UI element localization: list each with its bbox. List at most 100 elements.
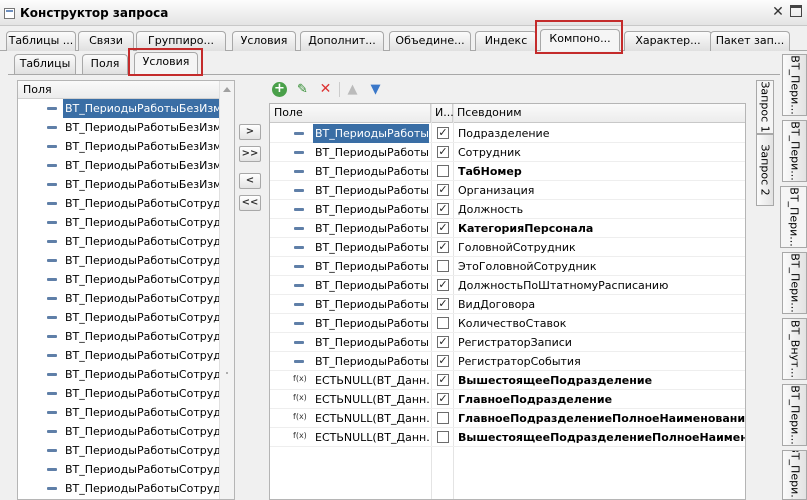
include-checkbox[interactable]: ✓: [437, 146, 449, 158]
include-checkbox[interactable]: ✓: [437, 355, 449, 367]
list-item[interactable]: ВТ_ПериодыРаботыСотрудник: [18, 232, 234, 251]
close-icon[interactable]: ✕: [771, 5, 785, 19]
alias-cell[interactable]: ВышестоящееПодразделение: [458, 371, 745, 390]
tab-6[interactable]: Объедине...: [389, 31, 471, 51]
include-checkbox[interactable]: ✓: [437, 222, 449, 234]
field-cell[interactable]: ВТ_ПериодыРаботы...: [313, 314, 429, 333]
include-checkbox[interactable]: ✓: [437, 336, 449, 348]
field-cell[interactable]: ЕСТЬNULL(ВТ_Данн...: [313, 390, 429, 409]
field-cell[interactable]: ВТ_ПериодыРаботы...: [313, 143, 429, 162]
move-button-2[interactable]: >>: [239, 146, 261, 162]
query-tab-1[interactable]: Запрос 1: [756, 80, 774, 134]
alias-cell[interactable]: ГлавноеПодразделениеПолноеНаименование: [458, 409, 745, 428]
table-row[interactable]: ВТ_ПериодыРаботы... ЭтоГоловнойСотрудник: [270, 257, 745, 276]
include-checkbox[interactable]: ✓: [437, 393, 449, 405]
list-item[interactable]: ВТ_ПериодыРаботыСотрудник: [18, 251, 234, 270]
table-tab-6[interactable]: ВТ_Пери...: [782, 384, 807, 446]
list-item[interactable]: ВТ_ПериодыРаботыСотрудник: [18, 270, 234, 289]
field-cell[interactable]: ВТ_ПериодыРаботы...: [313, 124, 429, 143]
field-cell[interactable]: ВТ_ПериодыРаботы...: [313, 276, 429, 295]
field-cell[interactable]: ВТ_ПериодыРаботы...: [313, 238, 429, 257]
list-item[interactable]: ВТ_ПериодыРаботыСотрудник: [18, 441, 234, 460]
move-down-icon[interactable]: ▼: [368, 82, 383, 97]
field-cell[interactable]: ВТ_ПериодыРаботы...: [313, 162, 429, 181]
table-row[interactable]: f(x) ЕСТЬNULL(ВТ_Данн... ГлавноеПодразделе…: [270, 409, 745, 428]
include-checkbox[interactable]: ✓: [437, 374, 449, 386]
list-item[interactable]: ВТ_ПериодыРаботыСотрудник: [18, 365, 234, 384]
table-row[interactable]: ВТ_ПериодыРаботы... ✓ КатегорияПерсонала: [270, 219, 745, 238]
table-row[interactable]: ВТ_ПериодыРаботы... ✓ Организация: [270, 181, 745, 200]
include-checkbox[interactable]: [437, 260, 449, 272]
subtab-1[interactable]: Таблицы: [14, 54, 76, 74]
table-row[interactable]: ВТ_ПериодыРаботы... ✓ ДолжностьПоШтатномуР…: [270, 276, 745, 295]
field-cell[interactable]: ВТ_ПериодыРаботы...: [313, 200, 429, 219]
list-item[interactable]: ВТ_ПериодыРаботыБезИзмен: [18, 99, 234, 118]
left-scrollbar[interactable]: [219, 81, 234, 499]
tab-2[interactable]: Связи: [78, 31, 134, 51]
include-checkbox[interactable]: ✓: [437, 279, 449, 291]
list-item[interactable]: ВТ_ПериодыРаботыСотрудник: [18, 422, 234, 441]
table-row[interactable]: ВТ_ПериодыРаботы... ✓ ВидДоговора: [270, 295, 745, 314]
list-item[interactable]: ВТ_ПериодыРаботыСотрудник: [18, 194, 234, 213]
list-item[interactable]: ВТ_ПериодыРаботыБезИзмен: [18, 118, 234, 137]
tab-1[interactable]: Таблицы ...: [6, 31, 76, 51]
table-row[interactable]: ВТ_ПериодыРаботы... ✓ Должность: [270, 200, 745, 219]
table-tab-2[interactable]: ВТ_Пери...: [782, 120, 807, 182]
include-checkbox[interactable]: [437, 317, 449, 329]
column-header-alias[interactable]: Псевдоним: [453, 104, 745, 123]
list-item[interactable]: ВТ_ПериодыРаботыБезИзмен: [18, 175, 234, 194]
tab-9[interactable]: Характер...: [624, 31, 712, 51]
list-item[interactable]: ВТ_ПериодыРаботыСотрудник: [18, 308, 234, 327]
field-cell[interactable]: ЕСТЬNULL(ВТ_Данн...: [313, 371, 429, 390]
table-row[interactable]: ВТ_ПериодыРаботы... ✓ Сотрудник: [270, 143, 745, 162]
field-cell[interactable]: ВТ_ПериодыРаботы...: [313, 352, 429, 371]
alias-cell[interactable]: РегистраторЗаписи: [458, 333, 745, 352]
alias-cell[interactable]: ВидДоговора: [458, 295, 745, 314]
tab-5[interactable]: Дополнит...: [300, 31, 384, 51]
include-checkbox[interactable]: ✓: [437, 241, 449, 253]
scroll-thumb[interactable]: [226, 372, 228, 374]
table-row[interactable]: f(x) ЕСТЬNULL(ВТ_Данн... ✓ ВышестоящееПодра…: [270, 371, 745, 390]
field-cell[interactable]: ЕСТЬNULL(ВТ_Данн...: [313, 409, 429, 428]
table-row[interactable]: f(x) ЕСТЬNULL(ВТ_Данн... ✓ ГлавноеПодраздел…: [270, 390, 745, 409]
include-checkbox[interactable]: ✓: [437, 298, 449, 310]
tab-4[interactable]: Условия: [232, 31, 296, 51]
alias-cell[interactable]: ГоловнойСотрудник: [458, 238, 745, 257]
field-cell[interactable]: ВТ_ПериодыРаботы...: [313, 295, 429, 314]
table-tab-4[interactable]: ВТ_Пери...: [782, 252, 807, 314]
column-header-field[interactable]: Поле: [270, 104, 431, 123]
list-item[interactable]: ВТ_ПериодыРаботыСотрудник: [18, 460, 234, 479]
field-cell[interactable]: ВТ_ПериодыРаботы...: [313, 181, 429, 200]
include-checkbox[interactable]: ✓: [437, 127, 449, 139]
list-item[interactable]: ВТ_ПериодыРаботыСотрудник: [18, 289, 234, 308]
table-row[interactable]: f(x) ЕСТЬNULL(ВТ_Данн... ВышестоящееПодраз…: [270, 428, 745, 447]
list-item[interactable]: ВТ_ПериодыРаботыСотрудник: [18, 479, 234, 498]
alias-cell[interactable]: КоличествоСтавок: [458, 314, 745, 333]
list-item[interactable]: ВТ_ПериодыРаботыСотрудник: [18, 403, 234, 422]
delete-icon[interactable]: ✕: [318, 82, 333, 97]
field-cell[interactable]: ВТ_ПериодыРаботы...: [313, 219, 429, 238]
tab-7[interactable]: Индекс: [475, 31, 537, 51]
alias-cell[interactable]: ТабНомер: [458, 162, 745, 181]
table-row[interactable]: ВТ_ПериодыРаботы... ТабНомер: [270, 162, 745, 181]
alias-cell[interactable]: Сотрудник: [458, 143, 745, 162]
tab-10[interactable]: Пакет зап...: [710, 31, 790, 51]
field-cell[interactable]: ВТ_ПериодыРаботы...: [313, 257, 429, 276]
list-item[interactable]: ВТ_ПериодыРаботыСотрудник: [18, 213, 234, 232]
column-header-include[interactable]: И...: [431, 104, 454, 123]
alias-cell[interactable]: ГлавноеПодразделение: [458, 390, 745, 409]
alias-cell[interactable]: Организация: [458, 181, 745, 200]
query-tab-2[interactable]: Запрос 2: [756, 134, 774, 206]
table-row[interactable]: ВТ_ПериодыРаботы... ✓ РегистраторСобытия: [270, 352, 745, 371]
table-row[interactable]: ВТ_ПериодыРаботы... ✓ РегистраторЗаписи: [270, 333, 745, 352]
table-row[interactable]: ВТ_ПериодыРаботы... ✓ ГоловнойСотрудник: [270, 238, 745, 257]
table-row[interactable]: ВТ_ПериодыРаботы... ✓ Подразделение: [270, 124, 745, 143]
move-up-icon[interactable]: ▲: [345, 82, 360, 97]
alias-cell[interactable]: ДолжностьПоШтатномуРасписанию: [458, 276, 745, 295]
add-icon[interactable]: +: [272, 82, 287, 97]
move-button-3[interactable]: <: [239, 173, 261, 189]
subtab-2[interactable]: Поля: [82, 54, 128, 74]
include-checkbox[interactable]: ✓: [437, 184, 449, 196]
move-button-4[interactable]: <<: [239, 195, 261, 211]
alias-cell[interactable]: ЭтоГоловнойСотрудник: [458, 257, 745, 276]
